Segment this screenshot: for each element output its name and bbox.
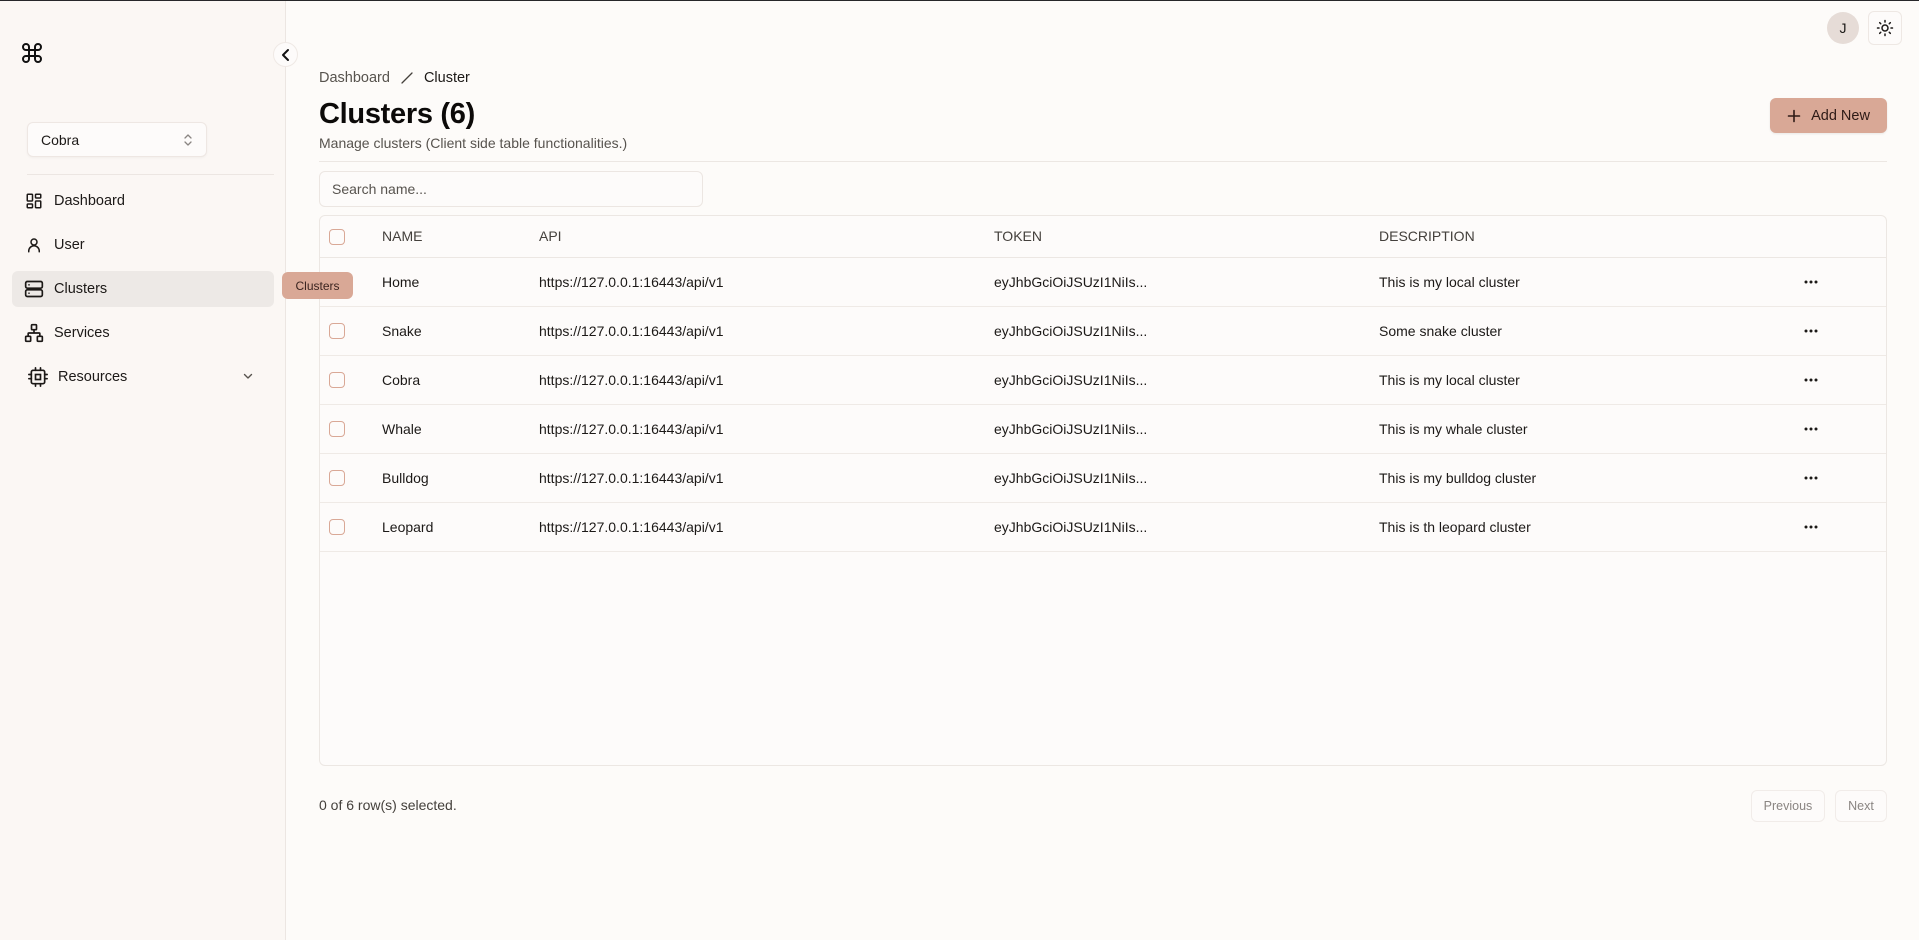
cell-name: Home [382, 257, 539, 307]
table-row: Leopard https://127.0.0.1:16443/api/v1 e… [320, 502, 1886, 552]
clusters-table: NAME API TOKEN DESCRIPTION Home https://… [319, 215, 1887, 766]
cell-description: This is my whale cluster [1379, 404, 1779, 454]
team-select-value: Cobra [41, 131, 80, 148]
table-row: Bulldog https://127.0.0.1:16443/api/v1 e… [320, 453, 1886, 503]
layout-dashboard-icon [24, 191, 44, 211]
column-header-name[interactable]: NAME [382, 216, 539, 258]
next-page-button[interactable]: Next [1835, 790, 1887, 822]
sidebar-item-clusters[interactable]: Clusters [12, 271, 274, 307]
page-subtitle: Manage clusters (Client side table funct… [319, 135, 628, 151]
user-icon [24, 235, 44, 255]
cell-token: eyJhbGciOiJSUzI1NiIs... [994, 257, 1379, 307]
add-new-label: Add New [1811, 107, 1870, 124]
page-title: Clusters (6) [319, 98, 475, 130]
chevron-down-icon [242, 370, 254, 386]
sidebar-item-label: User [54, 237, 85, 253]
row-actions-button[interactable] [1795, 413, 1827, 445]
cell-api: https://127.0.0.1:16443/api/v1 [539, 257, 994, 307]
sidebar-item-resources[interactable]: Resources [12, 359, 274, 395]
row-select-checkbox[interactable] [329, 323, 345, 340]
cell-name: Cobra [382, 355, 539, 405]
table-row: Snake https://127.0.0.1:16443/api/v1 eyJ… [320, 306, 1886, 356]
table-row: Whale https://127.0.0.1:16443/api/v1 eyJ… [320, 404, 1886, 454]
previous-page-button[interactable]: Previous [1751, 790, 1825, 822]
ellipsis-icon [1803, 427, 1819, 431]
sidebar-item-label: Resources [58, 369, 128, 385]
sidebar-collapse-button[interactable] [273, 42, 298, 67]
cell-token: eyJhbGciOiJSUzI1NiIs... [994, 453, 1379, 503]
add-new-button[interactable]: Add New [1770, 98, 1887, 133]
cell-api: https://127.0.0.1:16443/api/v1 [539, 453, 994, 503]
avatar-initial: J [1839, 20, 1847, 36]
select-all-checkbox[interactable] [329, 228, 345, 245]
row-actions-button[interactable] [1795, 266, 1827, 298]
sidebar-item-services[interactable]: Services [12, 315, 274, 351]
server-icon [24, 279, 44, 299]
cell-description: This is my local cluster [1379, 355, 1779, 405]
team-select[interactable]: Cobra [27, 122, 207, 157]
cell-name: Leopard [382, 502, 539, 552]
sidebar: Cobra Dashboard User Clusters Services R… [0, 1, 286, 940]
table-row: Home https://127.0.0.1:16443/api/v1 eyJh… [320, 257, 1886, 307]
row-actions-button[interactable] [1795, 315, 1827, 347]
cell-description: This is my bulldog cluster [1379, 453, 1779, 503]
cell-token: eyJhbGciOiJSUzI1NiIs... [994, 404, 1379, 454]
row-select-checkbox[interactable] [329, 470, 345, 487]
ellipsis-icon [1803, 329, 1819, 333]
sidebar-item-dashboard[interactable]: Dashboard [12, 183, 274, 219]
cell-token: eyJhbGciOiJSUzI1NiIs... [994, 355, 1379, 405]
header-divider [319, 161, 1887, 162]
sidebar-item-label: Clusters [54, 281, 108, 297]
sidebar-item-user[interactable]: User [12, 227, 274, 263]
row-select-checkbox[interactable] [329, 421, 345, 438]
ellipsis-icon [1803, 525, 1819, 529]
cell-api: https://127.0.0.1:16443/api/v1 [539, 355, 994, 405]
row-select-checkbox[interactable] [329, 372, 345, 389]
breadcrumb-dashboard-link[interactable]: Dashboard [319, 70, 390, 86]
sidebar-item-label: Services [54, 325, 110, 341]
row-actions-button[interactable] [1795, 511, 1827, 543]
ellipsis-icon [1803, 378, 1819, 382]
breadcrumb: Dashboard Cluster [319, 70, 470, 86]
ellipsis-icon [1803, 280, 1819, 284]
chevron-left-icon [280, 48, 292, 62]
row-actions-button[interactable] [1795, 364, 1827, 396]
row-actions-button[interactable] [1795, 462, 1827, 494]
plus-icon [1787, 109, 1801, 123]
cell-name: Bulldog [382, 453, 539, 503]
breadcrumb-current: Cluster [423, 70, 470, 86]
column-header-description[interactable]: DESCRIPTION [1379, 216, 1779, 258]
sun-icon [1876, 19, 1894, 37]
cell-api: https://127.0.0.1:16443/api/v1 [539, 502, 994, 552]
ellipsis-icon [1803, 476, 1819, 480]
cell-api: https://127.0.0.1:16443/api/v1 [539, 306, 994, 356]
command-logo-icon [20, 41, 44, 65]
sidebar-item-label: Dashboard [54, 193, 125, 209]
column-header-actions [1779, 216, 1886, 258]
cell-description: This is my local cluster [1379, 257, 1779, 307]
cell-api: https://127.0.0.1:16443/api/v1 [539, 404, 994, 454]
nav-tooltip: Clusters [282, 272, 353, 299]
table-row: Cobra https://127.0.0.1:16443/api/v1 eyJ… [320, 355, 1886, 405]
column-header-api[interactable]: API [539, 216, 994, 258]
sidebar-divider [27, 174, 274, 175]
cell-name: Whale [382, 404, 539, 454]
chevrons-up-down-icon [182, 133, 194, 147]
user-avatar-button[interactable]: J [1827, 12, 1859, 44]
cell-token: eyJhbGciOiJSUzI1NiIs... [994, 306, 1379, 356]
theme-toggle-button[interactable] [1868, 11, 1902, 45]
cell-description: Some snake cluster [1379, 306, 1779, 356]
search-input[interactable] [319, 171, 703, 207]
sidebar-nav: Dashboard User Clusters Services Resourc… [12, 183, 274, 403]
cell-token: eyJhbGciOiJSUzI1NiIs... [994, 502, 1379, 552]
network-icon [24, 323, 44, 343]
cpu-icon [28, 367, 48, 387]
cell-description: This is th leopard cluster [1379, 502, 1779, 552]
table-header-row: NAME API TOKEN DESCRIPTION [320, 216, 1886, 258]
slash-separator-icon [400, 71, 414, 85]
column-header-token[interactable]: TOKEN [994, 216, 1379, 258]
selection-count: 0 of 6 row(s) selected. [319, 797, 457, 813]
row-select-checkbox[interactable] [329, 519, 345, 536]
cell-name: Snake [382, 306, 539, 356]
